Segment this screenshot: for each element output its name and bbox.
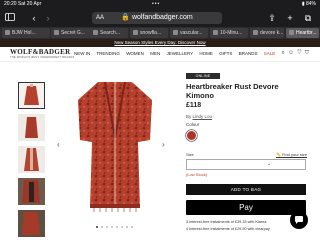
back-icon[interactable]: ‹ [28,12,40,24]
previous-image-arrow-icon[interactable]: ‹ [57,140,60,149]
pagination-dot[interactable] [121,226,123,228]
tab-item[interactable]: snowfla... [130,28,168,38]
url-text: wolfandbadger.com [131,14,193,21]
tab-item[interactable]: vascular... [170,28,208,38]
favicon-icon [133,30,138,35]
nav-item-trending[interactable]: TRENDING [96,51,120,56]
new-tab-icon[interactable]: + [284,12,296,24]
product-main-image[interactable] [70,78,160,213]
stock-status: (Low Stock) [186,172,208,177]
pagination-dot[interactable] [116,226,118,228]
tab-item-active[interactable]: Heartbr... [286,28,319,38]
klarna-instalment-info: 3 interest-free instalments of £39.33 wi… [186,220,268,224]
main-nav: NEW IN TRENDING WOMEN MEN JEWELLERY HOME… [74,51,280,56]
battery-indicator: ▮ 84% [301,1,316,7]
tab-item[interactable]: devore k... [250,28,284,38]
thumbnail[interactable] [18,178,45,205]
pagination-dot[interactable] [131,226,133,228]
add-to-bag-button[interactable]: ADD TO BAG [186,184,306,195]
account-icon[interactable]: ☺ [288,50,297,56]
chat-button[interactable] [290,211,308,229]
nav-item-home[interactable]: HOME [199,51,213,56]
nav-item-women[interactable]: WOMEN [126,51,144,56]
header-icons: ⌕☺♡⛉ [282,50,312,57]
colour-swatch[interactable] [187,131,196,140]
find-your-size-link[interactable]: 📏 Find your size [276,152,307,157]
favicon-icon [213,30,218,35]
pagination-dot[interactable] [126,226,128,228]
pagination-dot[interactable] [106,226,108,228]
wishlist-icon[interactable]: ♡ [297,50,305,56]
clearpay-instalment-info: 4 interest-free instalments of £29.50 wi… [186,227,270,231]
address-bar[interactable]: AA 🔒 wolfandbadger.com [92,12,222,24]
nav-item-brands[interactable]: BRANDS [239,51,258,56]
pagination-dot[interactable] [111,226,113,228]
pagination-dot[interactable] [101,226,103,228]
status-time: 20:20 Sat 20 Apr [4,1,42,7]
thumbnail[interactable] [18,82,45,109]
size-label: Size [186,152,194,157]
nav-item-jewellery[interactable]: JEWELLERY [166,51,193,56]
thumbnail[interactable] [18,210,45,237]
sidebar-icon[interactable] [4,12,16,24]
browser-toolbar: ‹ › AA 🔒 wolfandbadger.com ⇪ + ⧉ [0,9,320,27]
nav-item-sale[interactable]: SALE [264,51,276,56]
chevron-down-icon: ⌄ [267,161,272,167]
pagination-dot[interactable] [96,226,98,228]
forward-icon[interactable]: › [42,12,54,24]
tab-item[interactable]: BJW Hol... [2,28,50,38]
chat-bubble-icon [295,216,303,224]
favicon-icon [93,30,98,35]
favicon-icon [54,30,59,35]
ruler-icon: 📏 [276,152,281,157]
lock-icon: 🔒 [121,14,131,21]
next-image-arrow-icon[interactable]: › [162,140,165,149]
thumbnail[interactable] [18,146,45,173]
tab-item[interactable]: 10-Minu... [210,28,248,38]
colour-label: Colour [186,122,200,127]
share-icon[interactable]: ⇪ [266,12,278,24]
tabs-overview-icon[interactable]: ⧉ [302,12,314,24]
tab-bar: BJW Hol... Secret G... Search... snowfla… [0,27,320,39]
favicon-icon [173,30,178,35]
product-price: £118 [186,102,202,109]
tab-item[interactable]: Search... [90,28,128,38]
image-pagination [96,215,136,228]
favicon-icon [253,30,258,35]
apple-pay-button[interactable]: Pay [186,200,306,215]
brand-link[interactable]: Lindy Lou [193,114,213,119]
favicon-icon [289,30,294,35]
product-brand: By Lindy Lou [186,114,213,119]
multitask-dots: ••• [152,1,161,7]
status-bar: 20:20 Sat 20 Apr ••• ▮ 84% [0,0,320,9]
nav-item-new-in[interactable]: NEW IN [74,51,90,56]
nav-item-gifts[interactable]: GIFTS [219,51,232,56]
thumbnail[interactable] [18,114,45,141]
favicon-icon [5,30,10,35]
nav-item-men[interactable]: MEN [150,51,160,56]
size-select[interactable]: ⌄ [186,159,306,170]
reader-icon[interactable]: AA [96,12,104,24]
online-exclusive-badge: ONLINE EXCLUSIVE [186,73,220,84]
site-logo[interactable]: WOLF&BADGER [10,48,70,56]
bag-icon[interactable]: ⛉ [305,50,312,56]
site-header: WOLF&BADGER THE WORLD'S BEST INDEPENDENT… [0,47,320,62]
promo-banner[interactable]: New Season Styles Every Day: Discover No… [0,39,320,47]
site-tagline: THE WORLD'S BEST INDEPENDENT BRANDS [10,56,75,59]
product-title: Heartbreaker Rust Devore Kimono [186,82,279,100]
